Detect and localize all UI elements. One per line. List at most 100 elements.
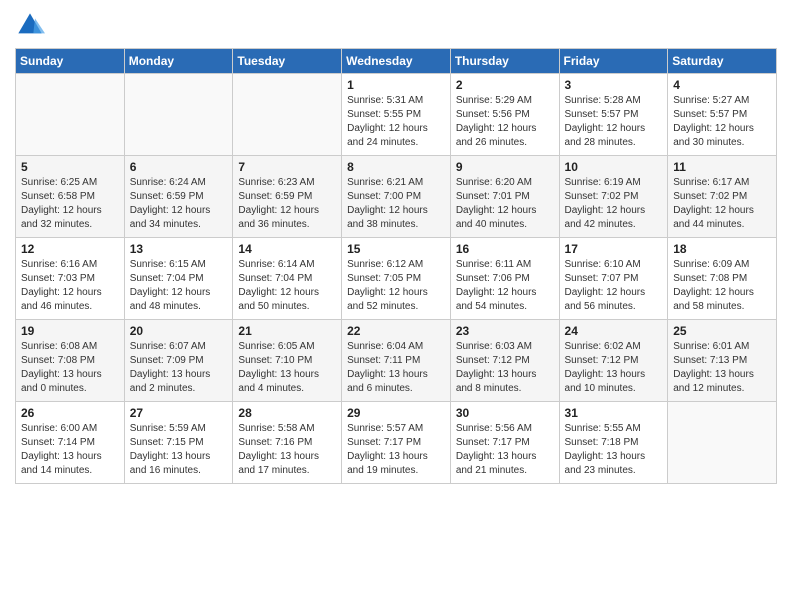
day-cell: 24 Sunrise: 6:02 AM Sunset: 7:12 PM Dayli…: [559, 320, 668, 402]
day-info: Sunrise: 6:07 AM Sunset: 7:09 PM Dayligh…: [130, 341, 211, 394]
header-day-sunday: Sunday: [16, 49, 125, 74]
header-day-wednesday: Wednesday: [342, 49, 451, 74]
day-number: 26: [21, 406, 119, 420]
logo: [15, 10, 49, 40]
day-cell: 29 Sunrise: 5:57 AM Sunset: 7:17 PM Dayli…: [342, 402, 451, 484]
day-cell: 3 Sunrise: 5:28 AM Sunset: 5:57 PM Daylig…: [559, 74, 668, 156]
day-cell: 11 Sunrise: 6:17 AM Sunset: 7:02 PM Dayli…: [668, 156, 777, 238]
day-cell: 8 Sunrise: 6:21 AM Sunset: 7:00 PM Daylig…: [342, 156, 451, 238]
day-info: Sunrise: 6:09 AM Sunset: 7:08 PM Dayligh…: [673, 259, 754, 312]
day-cell: 19 Sunrise: 6:08 AM Sunset: 7:08 PM Dayli…: [16, 320, 125, 402]
header-day-tuesday: Tuesday: [233, 49, 342, 74]
day-number: 24: [565, 324, 663, 338]
header: [15, 10, 777, 40]
day-info: Sunrise: 5:55 AM Sunset: 7:18 PM Dayligh…: [565, 423, 646, 476]
day-info: Sunrise: 6:23 AM Sunset: 6:59 PM Dayligh…: [238, 177, 319, 230]
week-row-5: 26 Sunrise: 6:00 AM Sunset: 7:14 PM Dayli…: [16, 402, 777, 484]
day-info: Sunrise: 6:14 AM Sunset: 7:04 PM Dayligh…: [238, 259, 319, 312]
day-cell: 5 Sunrise: 6:25 AM Sunset: 6:58 PM Daylig…: [16, 156, 125, 238]
day-info: Sunrise: 6:12 AM Sunset: 7:05 PM Dayligh…: [347, 259, 428, 312]
day-number: 28: [238, 406, 336, 420]
day-cell: 31 Sunrise: 5:55 AM Sunset: 7:18 PM Dayli…: [559, 402, 668, 484]
day-info: Sunrise: 6:11 AM Sunset: 7:06 PM Dayligh…: [456, 259, 537, 312]
day-cell: 27 Sunrise: 5:59 AM Sunset: 7:15 PM Dayli…: [124, 402, 233, 484]
day-cell: [124, 74, 233, 156]
day-number: 20: [130, 324, 228, 338]
day-cell: [233, 74, 342, 156]
day-info: Sunrise: 5:27 AM Sunset: 5:57 PM Dayligh…: [673, 95, 754, 148]
day-cell: 25 Sunrise: 6:01 AM Sunset: 7:13 PM Dayli…: [668, 320, 777, 402]
header-day-friday: Friday: [559, 49, 668, 74]
day-number: 31: [565, 406, 663, 420]
day-number: 7: [238, 160, 336, 174]
day-number: 11: [673, 160, 771, 174]
day-info: Sunrise: 6:10 AM Sunset: 7:07 PM Dayligh…: [565, 259, 646, 312]
day-number: 21: [238, 324, 336, 338]
day-info: Sunrise: 5:57 AM Sunset: 7:17 PM Dayligh…: [347, 423, 428, 476]
week-row-3: 12 Sunrise: 6:16 AM Sunset: 7:03 PM Dayli…: [16, 238, 777, 320]
day-cell: 20 Sunrise: 6:07 AM Sunset: 7:09 PM Dayli…: [124, 320, 233, 402]
day-cell: 13 Sunrise: 6:15 AM Sunset: 7:04 PM Dayli…: [124, 238, 233, 320]
page: SundayMondayTuesdayWednesdayThursdayFrid…: [0, 0, 792, 612]
day-cell: 12 Sunrise: 6:16 AM Sunset: 7:03 PM Dayli…: [16, 238, 125, 320]
day-cell: 30Sunrise: 5:56 AM Sunset: 7:17 PM Dayli…: [450, 402, 559, 484]
day-cell: 15 Sunrise: 6:12 AM Sunset: 7:05 PM Dayli…: [342, 238, 451, 320]
day-number: 8: [347, 160, 445, 174]
day-cell: 7 Sunrise: 6:23 AM Sunset: 6:59 PM Daylig…: [233, 156, 342, 238]
logo-icon: [15, 10, 45, 40]
day-number: 19: [21, 324, 119, 338]
day-info: Sunrise: 6:16 AM Sunset: 7:03 PM Dayligh…: [21, 259, 102, 312]
day-info: Sunrise: 6:19 AM Sunset: 7:02 PM Dayligh…: [565, 177, 646, 230]
day-number: 17: [565, 242, 663, 256]
day-info: Sunrise: 6:05 AM Sunset: 7:10 PM Dayligh…: [238, 341, 319, 394]
day-number: 22: [347, 324, 445, 338]
day-number: 6: [130, 160, 228, 174]
week-row-2: 5 Sunrise: 6:25 AM Sunset: 6:58 PM Daylig…: [16, 156, 777, 238]
day-number: 14: [238, 242, 336, 256]
day-cell: 14 Sunrise: 6:14 AM Sunset: 7:04 PM Dayli…: [233, 238, 342, 320]
day-number: 9: [456, 160, 554, 174]
day-info: Sunrise: 6:00 AM Sunset: 7:14 PM Dayligh…: [21, 423, 102, 476]
day-info: Sunrise: 6:15 AM Sunset: 7:04 PM Dayligh…: [130, 259, 211, 312]
day-info: Sunrise: 5:59 AM Sunset: 7:15 PM Dayligh…: [130, 423, 211, 476]
day-number: 13: [130, 242, 228, 256]
header-day-saturday: Saturday: [668, 49, 777, 74]
day-cell: 1Sunrise: 5:31 AM Sunset: 5:55 PM Daylig…: [342, 74, 451, 156]
day-cell: 28 Sunrise: 5:58 AM Sunset: 7:16 PM Dayli…: [233, 402, 342, 484]
day-info: Sunrise: 5:58 AM Sunset: 7:16 PM Dayligh…: [238, 423, 319, 476]
header-day-thursday: Thursday: [450, 49, 559, 74]
day-info: Sunrise: 6:21 AM Sunset: 7:00 PM Dayligh…: [347, 177, 428, 230]
day-number: 25: [673, 324, 771, 338]
day-number: 29: [347, 406, 445, 420]
header-day-monday: Monday: [124, 49, 233, 74]
day-number: 30: [456, 406, 554, 420]
day-number: 23: [456, 324, 554, 338]
day-info: Sunrise: 6:24 AM Sunset: 6:59 PM Dayligh…: [130, 177, 211, 230]
day-number: 15: [347, 242, 445, 256]
day-info: Sunrise: 6:08 AM Sunset: 7:08 PM Dayligh…: [21, 341, 102, 394]
day-number: 5: [21, 160, 119, 174]
day-cell: 22Sunrise: 6:04 AM Sunset: 7:11 PM Dayli…: [342, 320, 451, 402]
day-info: Sunrise: 5:31 AM Sunset: 5:55 PM Dayligh…: [347, 95, 428, 148]
day-cell: 17 Sunrise: 6:10 AM Sunset: 7:07 PM Dayli…: [559, 238, 668, 320]
header-row: SundayMondayTuesdayWednesdayThursdayFrid…: [16, 49, 777, 74]
day-cell: 6 Sunrise: 6:24 AM Sunset: 6:59 PM Daylig…: [124, 156, 233, 238]
day-info: Sunrise: 6:01 AM Sunset: 7:13 PM Dayligh…: [673, 341, 754, 394]
day-number: 3: [565, 78, 663, 92]
day-cell: [16, 74, 125, 156]
day-cell: 26 Sunrise: 6:00 AM Sunset: 7:14 PM Dayli…: [16, 402, 125, 484]
day-info: Sunrise: 6:17 AM Sunset: 7:02 PM Dayligh…: [673, 177, 754, 230]
day-number: 4: [673, 78, 771, 92]
day-number: 27: [130, 406, 228, 420]
day-number: 2: [456, 78, 554, 92]
day-cell: 4 Sunrise: 5:27 AM Sunset: 5:57 PM Daylig…: [668, 74, 777, 156]
day-info: Sunrise: 6:02 AM Sunset: 7:12 PM Dayligh…: [565, 341, 646, 394]
day-number: 10: [565, 160, 663, 174]
day-info: Sunrise: 5:28 AM Sunset: 5:57 PM Dayligh…: [565, 95, 646, 148]
day-number: 12: [21, 242, 119, 256]
day-cell: 18Sunrise: 6:09 AM Sunset: 7:08 PM Dayli…: [668, 238, 777, 320]
calendar-table: SundayMondayTuesdayWednesdayThursdayFrid…: [15, 48, 777, 484]
day-info: Sunrise: 5:29 AM Sunset: 5:56 PM Dayligh…: [456, 95, 537, 148]
day-info: Sunrise: 6:25 AM Sunset: 6:58 PM Dayligh…: [21, 177, 102, 230]
day-number: 16: [456, 242, 554, 256]
